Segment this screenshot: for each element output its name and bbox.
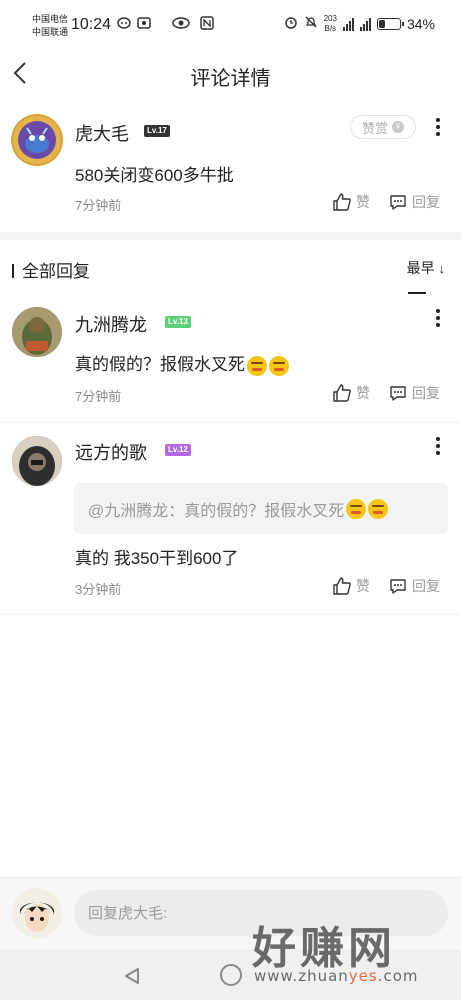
like-button[interactable]: 赞	[332, 576, 370, 596]
like-label: 赞	[356, 385, 370, 401]
comment-content: 真的假的？报假水叉死	[75, 350, 289, 376]
my-avatar	[12, 888, 62, 938]
triangle-back-icon	[125, 968, 139, 984]
reply-button[interactable]: 回复	[388, 576, 440, 596]
section-title-text: 全部回复	[22, 262, 90, 281]
site-watermark: 好赚网 www.zhuanyes.com	[252, 912, 452, 992]
nav-back-button[interactable]	[122, 966, 142, 991]
alarm-icon	[284, 15, 298, 34]
quote-text: @九洲腾龙：真的假的？报假水叉死	[88, 502, 345, 520]
section-title: 全部回复	[12, 257, 90, 282]
coin-icon: ¥	[392, 121, 404, 133]
avatar[interactable]	[11, 114, 63, 166]
thumbs-up-icon	[333, 193, 351, 211]
avatar[interactable]	[12, 436, 62, 486]
row-divider	[0, 422, 461, 423]
nav-home-button[interactable]	[220, 964, 242, 986]
avatar[interactable]	[12, 307, 62, 357]
net-speed: 203 B/s	[324, 14, 337, 34]
level-badge: Lv.17	[144, 125, 170, 137]
net-speed-unit: B/s	[324, 24, 337, 33]
sort-indicator	[408, 292, 426, 294]
comment-content: 真的 我350干到600了	[75, 549, 239, 568]
net-speed-value: 203	[323, 14, 337, 23]
thumbs-up-icon	[333, 384, 351, 402]
user-name[interactable]: 九洲腾龙	[75, 311, 147, 337]
watermark-url: www.zhuanyes.com	[254, 967, 419, 985]
quoted-comment: @九洲腾龙：真的假的？报假水叉死	[74, 483, 448, 534]
battery-icon	[376, 18, 404, 30]
comment-time: 3分钟前	[75, 582, 122, 597]
arrow-down-icon: ↓	[438, 261, 446, 276]
emoji-icon	[247, 355, 267, 376]
section-divider	[0, 232, 461, 240]
watermark-url-prefix: www.zhuan	[254, 967, 349, 985]
more-menu-button[interactable]	[435, 437, 441, 457]
comment-icon	[390, 195, 406, 210]
status-time: 10:24	[71, 16, 112, 33]
like-button[interactable]: 赞	[332, 192, 370, 212]
reply-label: 回复	[412, 194, 440, 210]
emoji-icon	[346, 498, 367, 519]
row-divider	[0, 614, 461, 615]
reward-label: 赞赏	[361, 120, 388, 136]
emoji-icon	[269, 355, 289, 376]
mute-icon	[304, 15, 318, 34]
sort-label: 最早	[406, 260, 435, 276]
signal-icon	[342, 17, 354, 31]
reply-label: 回复	[412, 385, 440, 401]
comment-icon	[390, 386, 406, 401]
status-bar: 中国电信 中国联通 10:24 203 B/s 34%	[0, 0, 461, 52]
like-button[interactable]: 赞	[332, 383, 370, 403]
sort-toggle[interactable]: 最早 ↓	[407, 258, 445, 278]
level-badge: Lv.13	[165, 316, 191, 328]
user-name[interactable]: 虎大毛	[75, 120, 129, 146]
carrier-1: 中国电信	[32, 14, 69, 24]
nfc-icon	[200, 16, 214, 33]
section-marker	[12, 264, 14, 278]
battery-percent: 34%	[406, 16, 435, 32]
comment-text: 真的假的？报假水叉死	[75, 355, 245, 374]
notification-icons	[117, 16, 151, 33]
page-title: 评论详情	[190, 68, 271, 90]
comment-time: 7分钟前	[75, 198, 122, 213]
reply-label: 回复	[412, 578, 440, 594]
reward-button[interactable]: 赞赏 ¥	[350, 115, 416, 139]
reply-button[interactable]: 回复	[388, 192, 440, 212]
app-notification-icon	[137, 16, 151, 33]
reply-button[interactable]: 回复	[388, 383, 440, 403]
carrier-info: 中国电信 中国联通	[32, 13, 68, 39]
system-icons	[172, 16, 214, 33]
more-menu-button[interactable]	[435, 309, 441, 329]
comment-content: 580关闭变600多牛批	[75, 166, 234, 185]
comment-icon	[390, 579, 406, 594]
page-header: 评论详情	[0, 52, 461, 98]
like-label: 赞	[356, 194, 370, 210]
comment-time: 7分钟前	[75, 389, 122, 404]
eye-icon	[172, 16, 190, 33]
signal-icon	[359, 17, 371, 31]
battery-level	[378, 20, 385, 28]
level-badge: Lv.12	[165, 444, 191, 456]
watermark-url-suffix: .com	[377, 967, 419, 985]
user-name[interactable]: 远方的歌	[75, 439, 147, 465]
message-icon	[117, 16, 131, 33]
more-menu-button[interactable]	[435, 118, 441, 138]
carrier-2: 中国联通	[32, 27, 69, 37]
thumbs-up-icon	[333, 577, 351, 595]
like-label: 赞	[356, 578, 370, 594]
watermark-url-accent: yes	[348, 967, 378, 985]
emoji-icon	[368, 498, 389, 519]
